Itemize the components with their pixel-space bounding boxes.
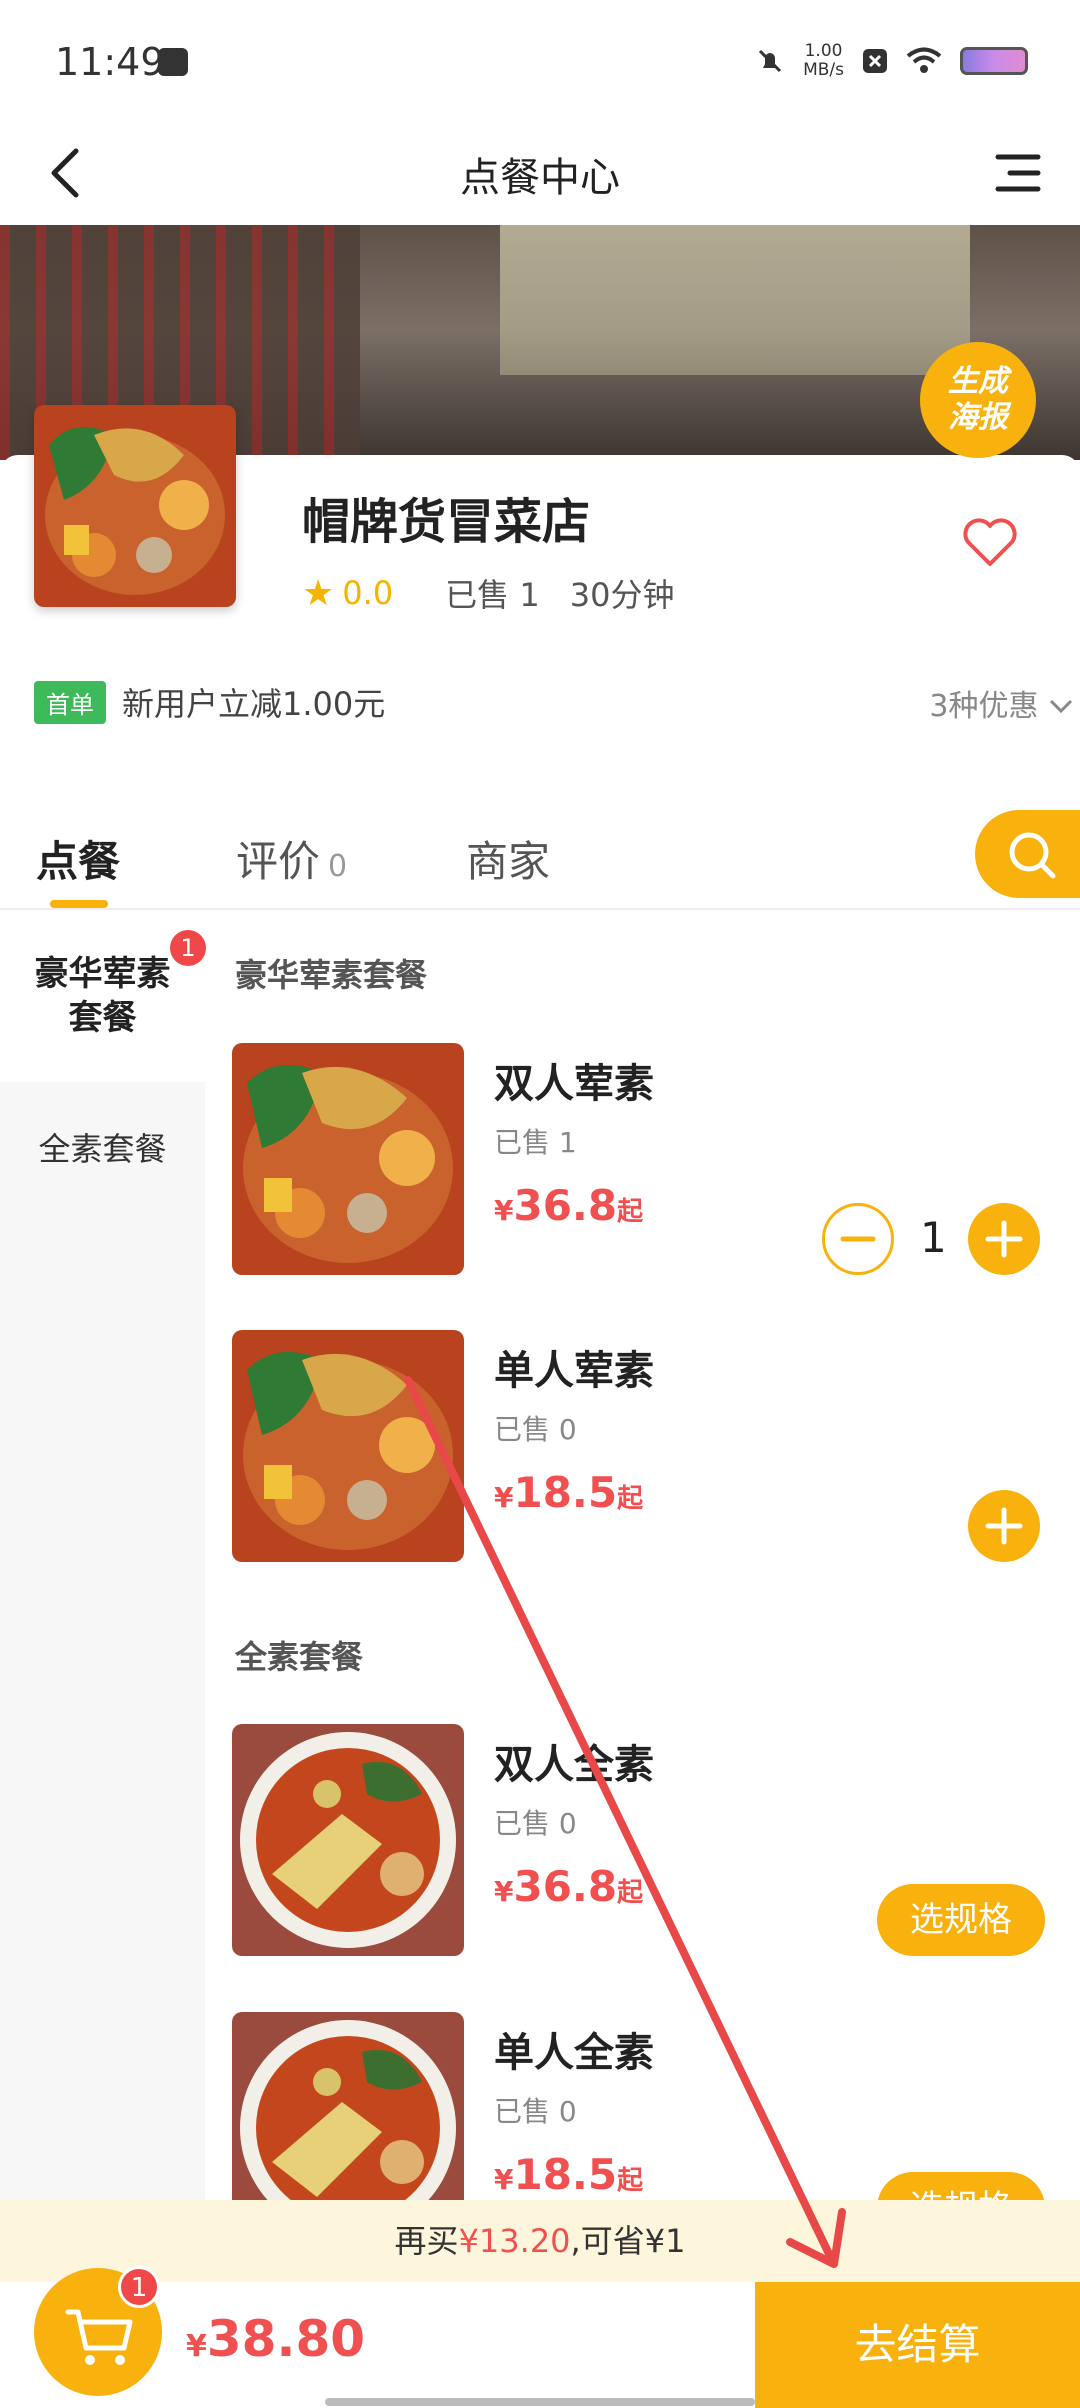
product-sold: 已售 1 xyxy=(494,1126,577,1159)
plus-icon xyxy=(985,1220,1023,1258)
discount-hint-bar: 再买¥13.20,可省¥1 xyxy=(0,2200,1080,2282)
menu-icon[interactable] xyxy=(988,143,1048,203)
review-count: 0 xyxy=(328,849,348,884)
cart-count-badge: 1 xyxy=(118,2266,160,2308)
checkout-button[interactable]: 去结算 xyxy=(755,2282,1080,2408)
product-price: ¥18.5起 xyxy=(494,2150,644,2199)
add-to-cart-button[interactable] xyxy=(968,1490,1040,1562)
section-title: 全素套餐 xyxy=(235,1638,364,1676)
chevron-down-icon xyxy=(1049,699,1073,714)
generate-poster-button[interactable]: 生成 海报 xyxy=(920,342,1036,458)
promo-text: 新用户立减1.00元 xyxy=(122,685,386,723)
section-title: 豪华荤素套餐 xyxy=(235,956,428,994)
food-image xyxy=(34,405,236,607)
heart-icon[interactable] xyxy=(962,516,1018,568)
plus-icon xyxy=(985,1507,1023,1545)
product-sold: 已售 0 xyxy=(494,1807,577,1840)
product-image xyxy=(232,1330,464,1562)
category-label: 豪华荤素套餐 xyxy=(34,954,171,1038)
promo-more[interactable]: 3种优惠 xyxy=(929,681,1074,725)
search-button[interactable] xyxy=(975,810,1080,898)
shop-meta: ★ 0.0 已售 1 30分钟 xyxy=(302,570,674,616)
status-icons: 1.00 MB/s xyxy=(755,42,1028,80)
product-name: 单人荤素 xyxy=(494,1348,654,1394)
tab-order[interactable]: 点餐 xyxy=(36,828,120,889)
net-speed: 1.00 MB/s xyxy=(803,41,844,80)
status-time: 11:49 xyxy=(55,40,165,84)
category-item[interactable]: 全素套餐 xyxy=(0,1124,205,1170)
shop-rating: 0.0 xyxy=(342,574,394,612)
shop-name: 帽牌货冒菜店 xyxy=(302,494,591,550)
product-item[interactable]: 双人全素 已售 0 ¥36.8起 选规格 xyxy=(232,1724,1080,1959)
shop-thumbnail xyxy=(34,405,236,607)
nav-bar: 点餐中心 xyxy=(0,125,1080,225)
category-sidebar: 豪华荤素套餐 1 全素套餐 xyxy=(0,912,206,2202)
increase-quantity-button[interactable] xyxy=(968,1203,1040,1275)
product-sold: 已售 0 xyxy=(494,1413,577,1446)
battery-icon xyxy=(960,47,1028,75)
search-icon xyxy=(1009,832,1056,879)
product-item[interactable]: 单人荤素 已售 0 ¥18.5起 xyxy=(232,1330,1080,1565)
page-title: 点餐中心 xyxy=(460,155,620,201)
category-badge: 1 xyxy=(170,930,206,966)
product-price: ¥36.8起 xyxy=(494,1181,644,1230)
message-icon xyxy=(158,48,188,76)
product-sold: 已售 0 xyxy=(494,2095,577,2128)
product-image xyxy=(232,1043,464,1275)
product-name: 双人荤素 xyxy=(494,1061,654,1107)
checkout-bar: 1 ¥38.80 去结算 xyxy=(0,2266,1080,2408)
product-image xyxy=(232,1724,464,1956)
star-icon: ★ xyxy=(302,572,335,614)
decrease-quantity-button[interactable] xyxy=(822,1203,894,1275)
home-indicator xyxy=(325,2398,755,2406)
product-name: 单人全素 xyxy=(494,2030,654,2076)
tab-bar: 点餐 评价 0 商家 xyxy=(0,810,1080,910)
shop-sold-count: 已售 1 xyxy=(445,576,540,614)
promo-tag: 首单 xyxy=(34,680,106,724)
minus-icon xyxy=(840,1236,876,1242)
app-notification-icon xyxy=(863,49,887,73)
delivery-time: 30分钟 xyxy=(569,576,675,614)
category-item-active[interactable]: 豪华荤素套餐 1 xyxy=(0,912,206,1082)
cart-total: ¥38.80 xyxy=(186,2310,366,2368)
select-spec-button[interactable]: 选规格 xyxy=(877,1884,1045,1956)
promo-row[interactable]: 首单 新用户立减1.00元 3种优惠 xyxy=(34,677,1074,727)
product-item[interactable]: 双人荤素 已售 1 ¥36.8起 1 xyxy=(232,1043,1080,1278)
product-price: ¥18.5起 xyxy=(494,1468,644,1517)
tab-underline xyxy=(50,900,108,908)
status-bar: 11:49 1.00 MB/s xyxy=(0,0,1080,125)
mute-bell-icon xyxy=(759,49,782,73)
quantity-value: 1 xyxy=(920,1213,947,1262)
product-name: 双人全素 xyxy=(494,1742,654,1788)
wifi-icon xyxy=(906,47,942,73)
tab-merchant[interactable]: 商家 xyxy=(466,828,550,889)
tab-reviews[interactable]: 评价 0 xyxy=(236,828,347,889)
product-price: ¥36.8起 xyxy=(494,1862,644,1911)
